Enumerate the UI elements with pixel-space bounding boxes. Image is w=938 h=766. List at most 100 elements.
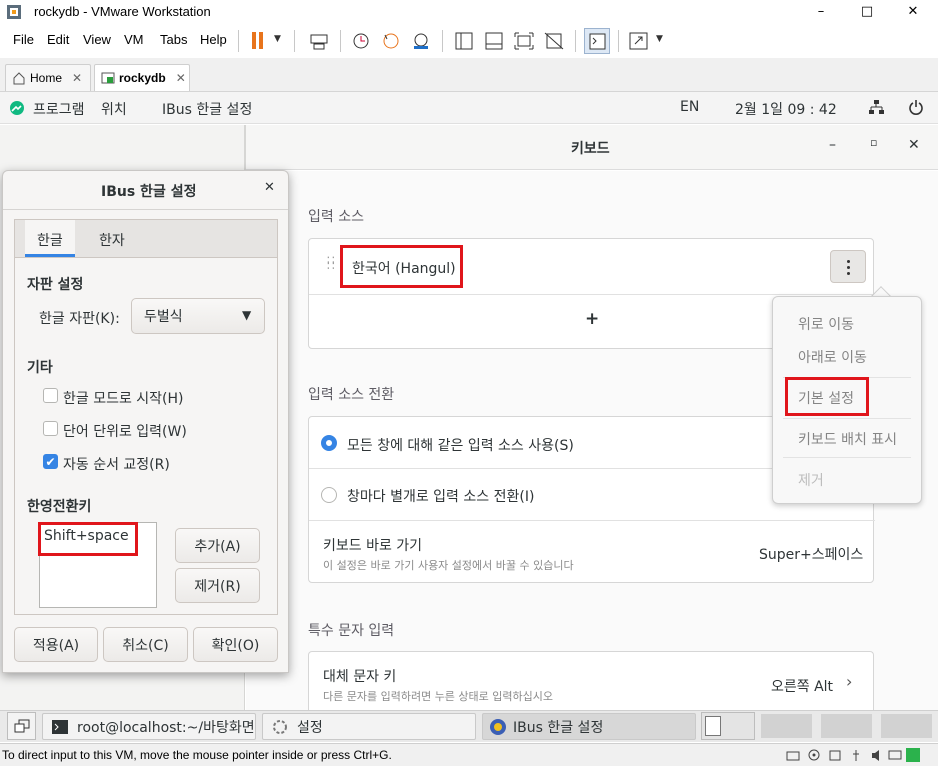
workspace-3[interactable] <box>821 714 872 738</box>
show-library-icon[interactable] <box>453 31 475 51</box>
menu-tabs[interactable]: Tabs <box>160 32 187 47</box>
layout-section-heading: 자판 설정 <box>27 277 84 293</box>
stretch-dropdown-icon[interactable]: ▼ <box>656 34 663 44</box>
power-icon[interactable] <box>908 99 924 115</box>
network-icon[interactable] <box>868 99 884 115</box>
input-source-popover: 위로 이동 아래로 이동 기본 설정 키보드 배치 표시 제거 <box>772 296 922 504</box>
layout-label: 한글 자판(K): <box>39 311 120 327</box>
pause-icon[interactable] <box>251 32 265 50</box>
dropdown-arrow-icon: ▼ <box>242 308 252 322</box>
usb-icon[interactable] <box>849 749 863 762</box>
settings-minimize-icon[interactable]: – <box>829 137 836 153</box>
workspace-4[interactable] <box>881 714 932 738</box>
menu-help[interactable]: Help <box>200 32 227 47</box>
settings-maximize-icon[interactable]: ▫ <box>870 136 877 149</box>
add-toggle-key-button[interactable]: 추가(A) <box>175 528 260 563</box>
tab-rockydb-label: rockydb <box>119 71 166 85</box>
minimize-icon[interactable]: – <box>798 0 844 24</box>
settings-close-icon[interactable]: ✕ <box>908 137 920 153</box>
dialog-tabbar: 한글 한자 <box>14 219 278 257</box>
radio-per-window[interactable] <box>321 487 337 503</box>
dialog-close-icon[interactable]: ✕ <box>264 180 275 195</box>
applications-menu[interactable]: 프로그램 <box>33 99 85 119</box>
menu-edit[interactable]: Edit <box>47 32 69 47</box>
menu-remove[interactable]: 제거 <box>798 470 824 490</box>
workspace-2[interactable] <box>761 714 812 738</box>
pause-dropdown-icon[interactable]: ▼ <box>274 34 281 44</box>
revert-snapshot-icon[interactable] <box>380 31 402 51</box>
maximize-icon[interactable]: □ <box>844 0 890 24</box>
sound-icon[interactable] <box>870 749 884 762</box>
menu-vm[interactable]: VM <box>124 32 144 47</box>
checkbox-auto-reorder[interactable]: ✔ <box>43 454 58 469</box>
hard-disk-icon[interactable] <box>786 749 800 762</box>
apply-button[interactable]: 적용(A) <box>14 627 98 662</box>
places-menu[interactable]: 위치 <box>101 99 127 119</box>
task-ibus[interactable]: IBus 한글 설정 <box>482 713 696 740</box>
layout-select[interactable]: 두벌식 ▼ <box>131 298 265 334</box>
shortcut-value[interactable]: Super+스페이스 <box>759 544 863 564</box>
task-settings-label: 설정 <box>297 719 323 736</box>
console-view-button[interactable] <box>584 28 610 54</box>
menu-view[interactable]: View <box>83 32 111 47</box>
settings-gear-icon <box>273 719 287 734</box>
ok-button[interactable]: 확인(O) <box>193 627 278 662</box>
tab-home-close-icon[interactable]: ✕ <box>72 71 82 85</box>
input-language-indicator[interactable]: EN <box>680 99 699 115</box>
input-source-hangul[interactable]: 한국어 (Hangul) <box>352 258 456 278</box>
rocky-logo-icon <box>10 101 24 115</box>
close-icon[interactable]: ✕ <box>890 0 936 24</box>
tab-rockydb[interactable]: rockydb ✕ <box>94 64 190 91</box>
ibus-hangul-dialog: IBus 한글 설정 ✕ 한글 한자 자판 설정 한글 자판(K): 두벌식 ▼… <box>2 170 289 673</box>
home-icon <box>13 72 25 85</box>
menu-show-layout[interactable]: 키보드 배치 표시 <box>798 429 897 449</box>
snapshot-manager-icon[interactable] <box>410 31 432 51</box>
workspace-1[interactable] <box>701 712 755 740</box>
add-input-source-button[interactable]: + <box>585 309 599 329</box>
thumbnail-icon[interactable] <box>483 31 505 51</box>
tab-home[interactable]: Home ✕ <box>5 64 91 91</box>
full-screen-icon[interactable] <box>513 31 535 51</box>
cd-rom-icon[interactable] <box>807 749 821 762</box>
display-icon[interactable] <box>888 749 902 762</box>
tab-rockydb-close-icon[interactable]: ✕ <box>176 71 186 85</box>
stretch-icon[interactable] <box>628 31 650 51</box>
alternate-chars-row[interactable]: 대체 문자 키 다른 문자를 입력하려면 누른 상태로 입력하십시오 오른쪽 A… <box>308 651 874 711</box>
window-title: rockydb - VMware Workstation <box>34 4 211 19</box>
menu-preferences[interactable]: 기본 설정 <box>798 388 854 408</box>
show-desktop-button[interactable] <box>7 712 36 740</box>
shortcut-description: 이 설정은 바로 가기 사용자 설정에서 바꿀 수 있습니다 <box>323 559 574 572</box>
toggle-key-item[interactable]: Shift+space <box>44 528 129 544</box>
task-settings[interactable]: 설정 <box>262 713 476 740</box>
snapshot-icon[interactable] <box>350 31 372 51</box>
checkbox-word-commit[interactable] <box>43 421 58 436</box>
menu-move-down[interactable]: 아래로 이동 <box>798 347 867 367</box>
message-log-icon[interactable] <box>906 748 920 762</box>
layout-select-value: 두벌식 <box>144 309 183 325</box>
checkbox-start-hangul[interactable] <box>43 388 58 403</box>
menu-move-up[interactable]: 위로 이동 <box>798 314 854 334</box>
input-source-options-button[interactable] <box>830 250 866 283</box>
dialog-tab-content: 자판 설정 한글 자판(K): 두벌식 ▼ 기타 한글 모드로 시작(H) 단어… <box>14 257 278 615</box>
tab-hanja[interactable]: 한자 <box>99 230 125 250</box>
active-window-title: IBus 한글 설정 <box>162 102 253 118</box>
toggle-key-list[interactable]: Shift+space <box>38 522 157 608</box>
remove-toggle-key-button[interactable]: 제거(R) <box>175 568 260 603</box>
task-terminal[interactable]: root@localhost:~/바탕화면 <box>42 713 256 740</box>
input-sources-heading: 입력 소스 <box>308 209 364 225</box>
drag-handle-icon[interactable]: ∷ ∷ <box>327 254 335 272</box>
unity-icon[interactable] <box>543 31 565 51</box>
cancel-button[interactable]: 취소(C) <box>103 627 188 662</box>
checkbox-start-hangul-label: 한글 모드로 시작(H) <box>63 391 184 407</box>
option-per-window-label: 창마다 별개로 입력 소스 전환(I) <box>347 489 535 505</box>
network-adapter-icon[interactable] <box>828 749 842 762</box>
tab-hangul-label: 한글 <box>37 233 63 249</box>
clock[interactable]: 2월 1일 09 : 42 <box>735 99 837 119</box>
option-same-source-label: 모든 창에 대해 같은 입력 소스 사용(S) <box>347 438 574 454</box>
radio-same-source[interactable] <box>321 435 337 451</box>
tab-hangul[interactable]: 한글 <box>25 220 75 257</box>
menu-file[interactable]: File <box>13 32 34 47</box>
special-chars-heading: 특수 문자 입력 <box>308 623 395 639</box>
send-keys-icon[interactable] <box>308 31 330 51</box>
vmware-logo-icon <box>7 5 21 19</box>
